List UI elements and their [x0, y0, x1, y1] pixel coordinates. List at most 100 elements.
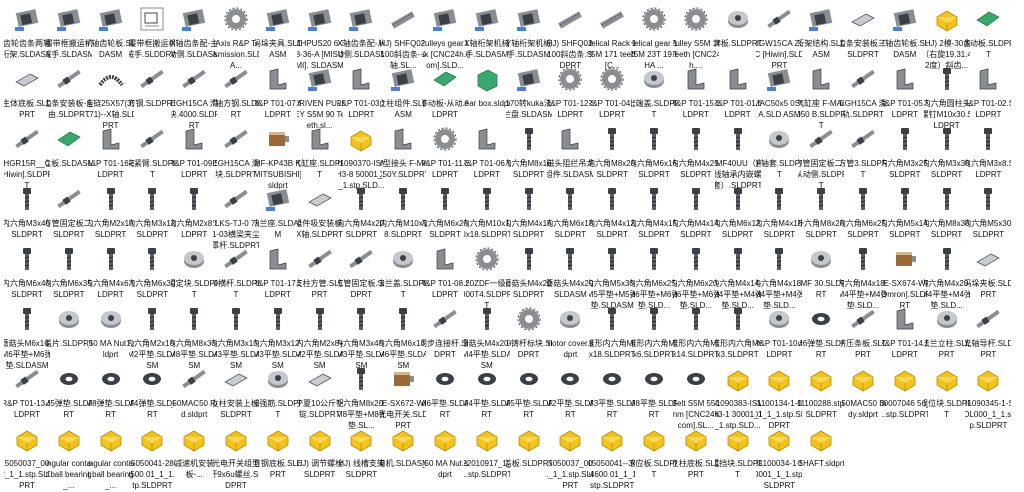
rail-icon [221, 184, 251, 214]
drawing-icon [137, 4, 167, 34]
file-item-label: 立柱底板.SLDPRT [672, 459, 719, 479]
screw-icon [723, 184, 753, 214]
part-gray-icon [555, 304, 585, 334]
assembly-gray-icon [890, 4, 920, 34]
washer-icon [54, 364, 84, 394]
screw-icon [137, 304, 167, 334]
washer-icon [806, 304, 836, 334]
part-gray-icon [179, 244, 209, 274]
yellow-part-icon [932, 4, 962, 34]
screw-icon [639, 124, 669, 154]
screw-icon [263, 304, 293, 334]
screw-icon [681, 184, 711, 214]
file-item[interactable]: (HJ) 线槽支架.SLDPRT [338, 422, 384, 492]
screw-icon [764, 244, 794, 274]
file-item[interactable]: 限位块.SLDPRT [924, 362, 970, 432]
screw-icon [681, 304, 711, 334]
plate-icon [221, 364, 251, 394]
yellow-part-icon [54, 424, 84, 454]
screw-icon [555, 184, 585, 214]
file-item[interactable]: 盖板.SLDPRT [506, 422, 552, 492]
yellow-part-icon [555, 424, 585, 454]
screw-icon [137, 244, 167, 274]
file-item-label: 15050037_0002_1_1.stp.SLDPRT [4, 459, 50, 490]
screw-icon [597, 304, 627, 334]
screw-icon [555, 244, 585, 274]
file-item[interactable]: _50MAC50 Body.sldprt [840, 362, 886, 432]
yellow-part-icon [430, 424, 460, 454]
file-item[interactable]: 15050041--3404600 01_1_1.stp.SLDPRT [589, 422, 635, 492]
file-item[interactable]: 00007046 56_1.stp.SLDPRT [882, 362, 928, 432]
file-item-label: 电机.SLDASM [380, 459, 427, 468]
file-item[interactable]: 电机.SLDASM [380, 422, 426, 492]
file-item-label: 15050037_0001_1_1.stp.SLDPRT [547, 459, 594, 490]
file-item[interactable]: 阻挡块.SLDPRT [715, 422, 761, 492]
screw-icon [305, 304, 335, 334]
yellow-part-icon [806, 424, 836, 454]
gear-part-icon [681, 4, 711, 34]
screw-icon [472, 304, 502, 334]
file-item-label: 31090345-1-SOL000_1_1.stp.SLDPRT [965, 399, 1012, 430]
file-item[interactable]: SHAFT.sldprt [798, 422, 844, 492]
washer-icon [555, 364, 585, 394]
file-item[interactable]: 减速机安装板-... [171, 422, 217, 492]
rail-icon [848, 124, 878, 154]
file-item[interactable]: 感应板.SLDPRT [631, 422, 677, 492]
rail-icon [54, 64, 84, 94]
file-item[interactable]: 15050041-2809500 01_1_1.stp.SLDPRT [129, 422, 175, 492]
gear-part-icon [639, 4, 669, 34]
screw-icon [932, 184, 962, 214]
screw-icon [12, 184, 42, 214]
yellow-part-icon [472, 424, 502, 454]
part-gray-icon [764, 304, 794, 334]
yellow-part-icon [12, 424, 42, 454]
screw-icon [12, 244, 42, 274]
file-item[interactable]: (HJ) 调节螺栓.SLDPRT [297, 422, 343, 492]
rail-icon [179, 364, 209, 394]
assembly-gray-icon [263, 184, 293, 214]
assembly-gray-icon [346, 4, 376, 34]
plate-icon [305, 184, 335, 214]
washer-icon [514, 364, 544, 394]
rail-icon [179, 64, 209, 94]
screw-icon [848, 184, 878, 214]
bracket-icon [681, 64, 711, 94]
screw-icon [597, 244, 627, 274]
file-item[interactable]: angular contact ball bearing_... [46, 422, 92, 492]
screw-icon [430, 184, 460, 214]
file-item[interactable]: angular contact ball bearing_... [88, 422, 134, 492]
file-item[interactable]: 22010917_1_1.stp.SLDPRT [464, 422, 510, 492]
file-item[interactable]: _50 MA Nut.sldprt [422, 422, 468, 492]
file-item[interactable]: 31090345-1-SOL000_1_1.stp.SLDPRT [965, 362, 1011, 432]
screw-icon [723, 124, 753, 154]
washer-icon [597, 364, 627, 394]
bracket-icon [346, 64, 376, 94]
file-item-label: 盖板.SLDPRT [505, 459, 552, 468]
rail-icon [12, 124, 42, 154]
bracket-icon [555, 124, 585, 154]
file-item[interactable]: 光电开关组型杆9x6u螺丝.SLDPRT [213, 422, 259, 492]
file-item-label: (HJ) 线槽支架.SLDPRT [338, 459, 385, 479]
yellow-part-icon [263, 424, 293, 454]
rail-icon [54, 184, 84, 214]
yellow-part-icon [848, 364, 878, 394]
part-gray-icon [54, 304, 84, 334]
screw-icon [96, 184, 126, 214]
bracket-icon [806, 64, 836, 94]
rail-icon [764, 4, 794, 34]
bracket-icon [263, 64, 293, 94]
assembly-gray-icon [764, 64, 794, 94]
screw-icon [346, 304, 376, 334]
motor-icon [388, 364, 418, 394]
rack-icon [555, 4, 585, 34]
file-item[interactable]: 15050037_0001_1_1.stp.SLDPRT [547, 422, 593, 492]
file-item-label: 15050041-2809500 01_1_1.stp.SLDPRT [129, 459, 175, 490]
file-item[interactable]: 31100034-1-S0001_1_1.stp.SLDPRT [756, 422, 802, 492]
file-item[interactable]: 15050037_0002_1_1.stp.SLDPRT [4, 422, 50, 492]
file-item[interactable]: 立柱底板.SLDPRT [673, 422, 719, 492]
rail-icon [137, 124, 167, 154]
file-item-label: (HJ) 调节螺栓.SLDPRT [296, 459, 343, 479]
file-item[interactable]: 方钢底板.SLDPRT [255, 422, 301, 492]
gear-part-icon [472, 244, 502, 274]
screw-icon [639, 244, 669, 274]
